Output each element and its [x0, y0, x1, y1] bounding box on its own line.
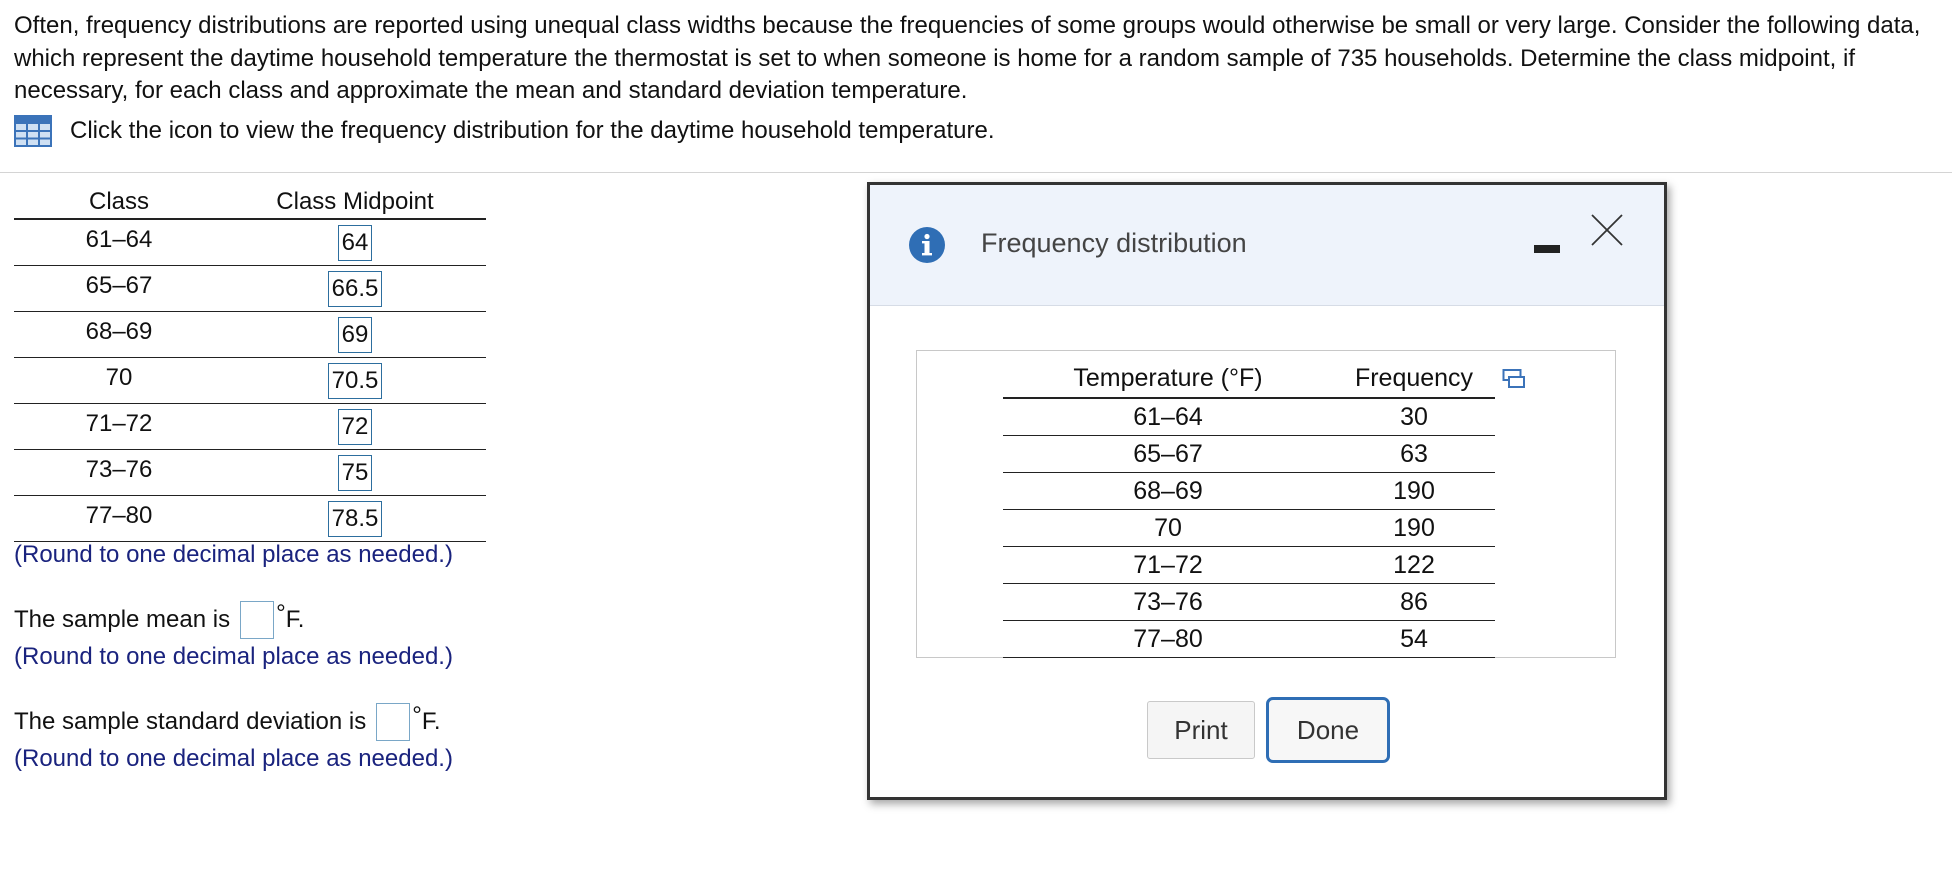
info-icon: [909, 227, 945, 263]
minimize-icon: [1534, 245, 1560, 253]
table-row: 71–72 122: [1003, 547, 1495, 584]
round-note: (Round to one decimal place as needed.): [14, 643, 453, 670]
midpoint-input[interactable]: 78.5: [327, 500, 383, 537]
print-button[interactable]: Print: [1147, 701, 1255, 759]
dialog-header: Frequency distribution: [870, 185, 1664, 306]
table-row: 68–69 69: [14, 312, 486, 358]
close-icon[interactable]: [1589, 212, 1625, 248]
table-row: 61–64 30: [1003, 399, 1495, 436]
temperature-cell: 71–72: [1133, 550, 1203, 579]
table-row: 65–67 66.5: [14, 266, 486, 312]
question-text: Often, frequency distributions are repor…: [14, 12, 1921, 104]
table-row: 70 70.5: [14, 358, 486, 404]
round-note: (Round to one decimal place as needed.): [14, 541, 453, 568]
frequency-header: Frequency: [1354, 363, 1474, 392]
class-cell: 77–80: [85, 501, 153, 529]
table-row: 71–72 72: [14, 404, 486, 450]
table-row: 61–64 64: [14, 220, 486, 266]
done-button[interactable]: Done: [1266, 697, 1390, 763]
table-row: 65–67 63: [1003, 436, 1495, 473]
temperature-cell: 65–67: [1133, 439, 1203, 468]
class-header: Class: [88, 188, 149, 215]
table-row: 77–80 78.5: [14, 496, 486, 542]
dialog-title: Frequency distribution: [981, 228, 1247, 258]
divider: [0, 172, 1952, 173]
class-cell: 65–67: [85, 271, 153, 299]
sd-label: The sample standard deviation is: [14, 708, 367, 735]
frequency-cell: 30: [1400, 402, 1428, 431]
frequency-cell: 190: [1393, 476, 1435, 505]
class-cell: 73–76: [85, 455, 153, 483]
midpoint-input[interactable]: 69: [337, 316, 373, 353]
midpoint-header: Class Midpoint: [276, 188, 434, 215]
copy-icon[interactable]: [1502, 368, 1526, 390]
mean-line: The sample mean is ° F.: [14, 600, 305, 639]
class-cell: 68–69: [85, 317, 153, 345]
table-row: 70 190: [1003, 510, 1495, 547]
unit-label: F.: [421, 708, 441, 735]
mean-label: The sample mean is: [14, 606, 231, 633]
frequency-cell: 54: [1400, 624, 1428, 653]
frequency-cell: 190: [1393, 513, 1435, 542]
class-midpoint-table: Class Class Midpoint 61–64 64 65–67 66.5…: [14, 186, 486, 542]
table-row: 68–69 190: [1003, 473, 1495, 510]
frequency-dialog: Frequency distribution Temperature (°F) …: [867, 182, 1667, 800]
unit-label: F.: [285, 606, 305, 633]
minimize-button[interactable]: [1532, 235, 1562, 259]
class-cell: 71–72: [85, 409, 153, 437]
temperature-cell: 70: [1154, 513, 1182, 542]
temperature-cell: 61–64: [1133, 402, 1203, 431]
temperature-header: Temperature (°F): [1073, 363, 1263, 392]
temperature-cell: 68–69: [1133, 476, 1203, 505]
midpoint-input[interactable]: 64: [337, 224, 373, 261]
hint-text: Click the icon to view the frequency dis…: [70, 117, 995, 144]
sd-line: The sample standard deviation is ° F.: [14, 702, 441, 741]
midpoint-input[interactable]: 75: [337, 454, 373, 491]
hint-row: Click the icon to view the frequency dis…: [14, 115, 995, 147]
frequency-panel: Temperature (°F) Frequency 61–64 30 65–6…: [916, 350, 1616, 658]
sd-input[interactable]: [376, 703, 411, 741]
midpoint-input[interactable]: 66.5: [327, 270, 383, 307]
midpoint-input[interactable]: 72: [337, 408, 373, 445]
frequency-cell: 63: [1400, 439, 1428, 468]
frequency-cell: 122: [1393, 550, 1435, 579]
class-cell: 70: [105, 363, 133, 391]
midpoint-input[interactable]: 70.5: [327, 362, 383, 399]
table-row: 73–76 75: [14, 450, 486, 496]
temperature-cell: 77–80: [1133, 624, 1203, 653]
class-cell: 61–64: [85, 225, 153, 253]
temperature-cell: 73–76: [1133, 587, 1203, 616]
degree-symbol: °: [412, 702, 422, 729]
degree-symbol: °: [276, 600, 286, 627]
frequency-cell: 86: [1400, 587, 1428, 616]
table-row: 77–80 54: [1003, 621, 1495, 658]
frequency-table: Temperature (°F) Frequency 61–64 30 65–6…: [1003, 359, 1495, 658]
table-row: 73–76 86: [1003, 584, 1495, 621]
mean-input[interactable]: [240, 601, 275, 639]
table-grid-icon[interactable]: [14, 115, 52, 147]
table-header: Temperature (°F) Frequency: [1003, 359, 1495, 399]
table-header: Class Class Midpoint: [14, 186, 486, 220]
round-note: (Round to one decimal place as needed.): [14, 745, 453, 772]
